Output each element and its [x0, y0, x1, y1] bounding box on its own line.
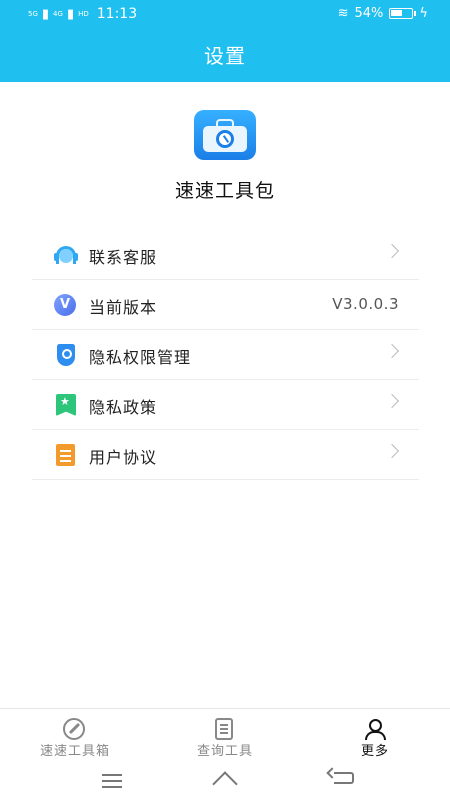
battery-icon [389, 8, 417, 19]
menu-item-user-agreement[interactable]: 用户协议 [32, 430, 419, 480]
bottom-tab-bar: 速速工具箱 查询工具 更多 [0, 708, 450, 764]
wrench-icon [63, 718, 85, 740]
headset-icon [54, 244, 78, 266]
settings-menu: 联系客服 当前版本 V3.0.0.3 隐私权限管理 隐私政策 用户协议 [32, 230, 419, 480]
chevron-right-icon [384, 343, 400, 359]
menu-item-label: 隐私权限管理 [89, 348, 192, 367]
chevron-right-icon [384, 443, 400, 459]
charging-icon: ϟ [419, 6, 428, 21]
status-bar: 5G ▮ 4G ▮ HD 11:13 ≋ 54% ϟ [0, 0, 450, 28]
document-icon [56, 444, 75, 466]
page-title: 设置 [204, 44, 246, 68]
menu-item-contact-service[interactable]: 联系客服 [32, 230, 419, 280]
menu-icon[interactable] [102, 774, 122, 776]
tab-label: 查询工具 [196, 744, 253, 759]
signal-bars-icon: ▮ [66, 6, 75, 22]
shield-key-icon [57, 344, 75, 366]
menu-item-label: 隐私政策 [89, 398, 158, 417]
back-icon[interactable] [334, 772, 354, 784]
menu-item-current-version: 当前版本 V3.0.0.3 [32, 280, 419, 330]
list-icon [215, 718, 233, 740]
hd-label: HD [78, 9, 89, 18]
bookmark-star-icon [56, 394, 76, 416]
chevron-right-icon [384, 243, 400, 259]
menu-item-label: 用户协议 [89, 448, 158, 467]
tab-label: 速速工具箱 [39, 744, 110, 759]
version-value: V3.0.0.3 [332, 295, 399, 313]
signal-5g-label: 5G [28, 9, 38, 18]
menu-item-privacy-permissions[interactable]: 隐私权限管理 [32, 330, 419, 380]
signal-4g-label: 4G [53, 9, 63, 18]
signal-bars-icon: ▮ [41, 6, 50, 22]
tab-query-tools[interactable]: 查询工具 [150, 709, 300, 765]
tab-more[interactable]: 更多 [300, 709, 450, 765]
version-icon [54, 294, 76, 316]
menu-item-label: 联系客服 [89, 248, 158, 267]
menu-item-label: 当前版本 [89, 298, 158, 317]
menu-item-privacy-policy[interactable]: 隐私政策 [32, 380, 419, 430]
chevron-right-icon [384, 393, 400, 409]
system-nav-bar [0, 764, 450, 800]
app-name: 速速工具包 [174, 180, 275, 202]
top-bar: 5G ▮ 4G ▮ HD 11:13 ≋ 54% ϟ 设置 [0, 0, 450, 82]
tab-label: 更多 [360, 744, 389, 759]
tab-toolbox[interactable]: 速速工具箱 [0, 709, 150, 765]
user-icon [363, 718, 386, 740]
wifi-icon: ≋ [337, 6, 349, 21]
toolbox-icon [194, 110, 256, 160]
home-icon[interactable] [212, 772, 238, 786]
status-time: 11:13 [96, 6, 138, 22]
battery-percent: 54% [354, 6, 384, 21]
